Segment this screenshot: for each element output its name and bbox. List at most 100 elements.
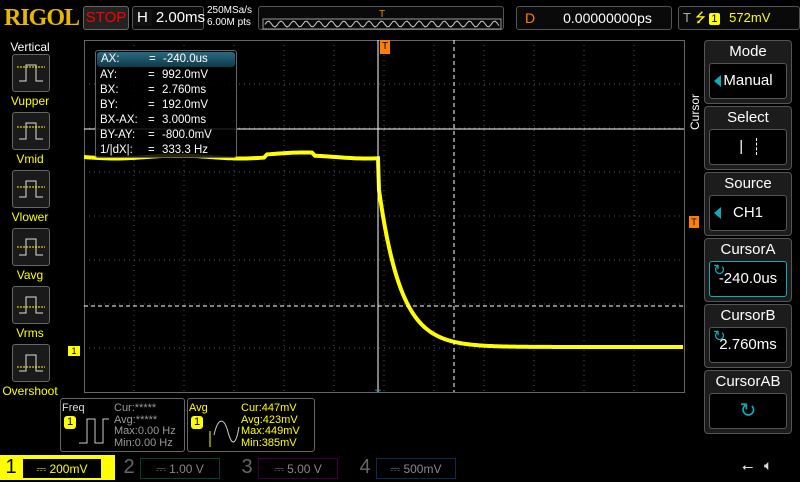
- delay-value: 0.00000000ps: [563, 10, 652, 26]
- select-label: Select: [727, 109, 769, 126]
- cursor-value: 3.000ms: [162, 114, 207, 126]
- channel-scale-value: 5.00 V: [287, 462, 322, 476]
- cursor-key: BY:: [100, 99, 118, 111]
- cursor-b-button[interactable]: CursorB ↻ 2.760ms: [704, 304, 792, 368]
- cursor-value: 192.0mV: [162, 99, 209, 111]
- left-menu-label: Vavg: [16, 268, 44, 282]
- cursor-key: AX:: [101, 53, 120, 65]
- channel-scale: ⎓ 5.00 V: [258, 458, 338, 479]
- left-menu-vavg[interactable]: [12, 228, 50, 266]
- arrow-left-icon: [714, 207, 721, 219]
- channel-scale-value: 200mV: [49, 462, 88, 476]
- left-menu-label: Vmid: [16, 152, 44, 166]
- left-menu-label: Overshoot: [2, 384, 58, 398]
- left-menu-label: Vlower: [11, 210, 49, 224]
- cursor-key: AY:: [100, 69, 118, 81]
- freq-max: Max:0.00 Hz: [114, 425, 176, 437]
- channel-number: 3: [241, 456, 253, 478]
- cursor-row: 1/|dX|: = 333.3 Hz: [96, 143, 236, 158]
- equals: =: [148, 84, 155, 96]
- freq-measurement[interactable]: Freq 1 Cur:***** Avg:***** Max:0.00 Hz Min:…: [60, 398, 185, 452]
- channel-4-button[interactable]: 4 ⎓ 500mV: [354, 455, 469, 480]
- avg-min: Min:385mV: [241, 436, 297, 449]
- trigger-level-marker[interactable]: T: [689, 216, 699, 228]
- arrow-left-icon: [714, 75, 721, 87]
- avg-max: Max:449mV: [241, 425, 300, 437]
- left-menu-vlower[interactable]: [12, 170, 50, 208]
- sample-rate: 250MSa/s: [207, 5, 253, 16]
- dc-coupling-icon: ⎓: [156, 462, 170, 476]
- timebase-value: 2.00ms: [155, 9, 206, 26]
- freq-min: Min:0.00 Hz: [114, 436, 173, 449]
- channel-2-button[interactable]: 2 ⎓ 1.00 V: [118, 455, 233, 480]
- cursor-row: AX: = -240.0us: [97, 52, 235, 67]
- left-menu-overshoot[interactable]: [12, 344, 50, 382]
- equals: =: [149, 53, 156, 65]
- mode-label: Mode: [729, 43, 767, 60]
- cursor-b-value: 2.760ms: [719, 336, 777, 353]
- acquisition-info: 250MSa/s 6.00M pts: [207, 5, 252, 29]
- rotate-knob-icon: ↻: [713, 328, 726, 345]
- trigger-offset-arrow-icon: ↔: [373, 384, 383, 393]
- ch1-offset-marker[interactable]: 1: [68, 346, 80, 356]
- dc-coupling-icon: ⎓: [36, 462, 50, 476]
- left-menu-vrms[interactable]: [12, 286, 50, 324]
- channel-scale-value: 1.00 V: [169, 462, 204, 476]
- cursor-value: 333.3 Hz: [162, 144, 209, 156]
- trigger-label: T: [683, 10, 691, 25]
- vrms-icon: [17, 296, 45, 314]
- channel-3-button[interactable]: 3 ⎓ 5.00 V: [236, 455, 351, 480]
- channel-1-button[interactable]: 1 ⎓ 200mV: [0, 455, 115, 480]
- cursor-a-button[interactable]: CursorA ↻ -240.0us: [704, 238, 792, 302]
- cursor-row: BY: = 192.0mV: [96, 98, 236, 113]
- avg-measurement[interactable]: Avg 1 Cur:447mV Avg:423mV Max:449mV Min:385…: [187, 398, 315, 452]
- cursor-value: -800.0mV: [162, 129, 212, 141]
- cursor-row: AY: = 992.0mV: [96, 68, 236, 83]
- cursor-a-value: -240.0us: [718, 270, 778, 287]
- delay-display[interactable]: D 0.00000000ps: [516, 6, 672, 30]
- source-button[interactable]: Source CH1: [704, 172, 792, 236]
- mute-icon: 🔈︎: [764, 457, 773, 473]
- vlower-icon: [17, 180, 45, 198]
- usb-icon: ⭠: [742, 458, 754, 474]
- waveform-overview-icon: T: [262, 9, 502, 30]
- equals: =: [148, 129, 155, 141]
- left-menu: Vertical Vupper Vmid Vlower Vavg Vrms Oversho…: [0, 38, 60, 398]
- freq-channel: 1: [64, 416, 77, 429]
- left-menu-title: Vertical: [10, 40, 50, 54]
- cursor-key: BX:: [100, 84, 119, 96]
- cursor-row: BX-AX: = 3.000ms: [96, 113, 236, 128]
- avg-cur: Cur:447mV: [241, 402, 297, 414]
- dc-coupling-icon: ⎓: [274, 462, 288, 476]
- frequency-icon: [79, 418, 109, 444]
- select-button[interactable]: Select |: [704, 106, 792, 170]
- trigger-source: 1: [709, 13, 720, 25]
- overshoot-icon: [17, 354, 45, 372]
- select-cursor-icon: |: [709, 129, 787, 165]
- left-menu-label: Vupper: [10, 94, 50, 108]
- source-label: Source: [724, 175, 772, 192]
- mode-button[interactable]: Mode Manual: [704, 40, 792, 104]
- memory-timeline[interactable]: T: [258, 6, 504, 30]
- vmid-icon: [17, 122, 45, 140]
- dc-coupling-icon: ⎓: [390, 462, 404, 476]
- trigger-position-marker: T: [379, 9, 385, 20]
- channel-scale: ⎓ 200mV: [22, 458, 102, 479]
- vavg-icon: [17, 238, 45, 256]
- trigger-position-marker[interactable]: T: [380, 40, 390, 54]
- falling-edge-icon: ⭍: [694, 10, 706, 25]
- equals: =: [148, 99, 155, 111]
- cursor-value: -240.0us: [163, 53, 208, 65]
- cursor-key: BX-AX:: [100, 114, 138, 126]
- cursor-ab-button[interactable]: CursorAB ↻: [704, 370, 792, 434]
- source-value: CH1: [732, 204, 763, 221]
- left-menu-vmid[interactable]: [12, 112, 50, 150]
- channel-number: 4: [359, 456, 371, 478]
- left-menu-vupper[interactable]: [12, 54, 50, 92]
- run-stop-status[interactable]: STOP: [83, 6, 129, 30]
- cursor-row: BX: = 2.760ms: [96, 83, 236, 98]
- avg-title: Avg: [189, 402, 208, 414]
- horizontal-timebase[interactable]: H 2.00ms: [132, 6, 206, 30]
- cursor-readout-table: AX: = -240.0us AY: = 992.0mV BX: = 2.760ms BY: = 19…: [95, 50, 237, 158]
- trigger-display[interactable]: T ⭍ 1 572mV: [678, 6, 800, 30]
